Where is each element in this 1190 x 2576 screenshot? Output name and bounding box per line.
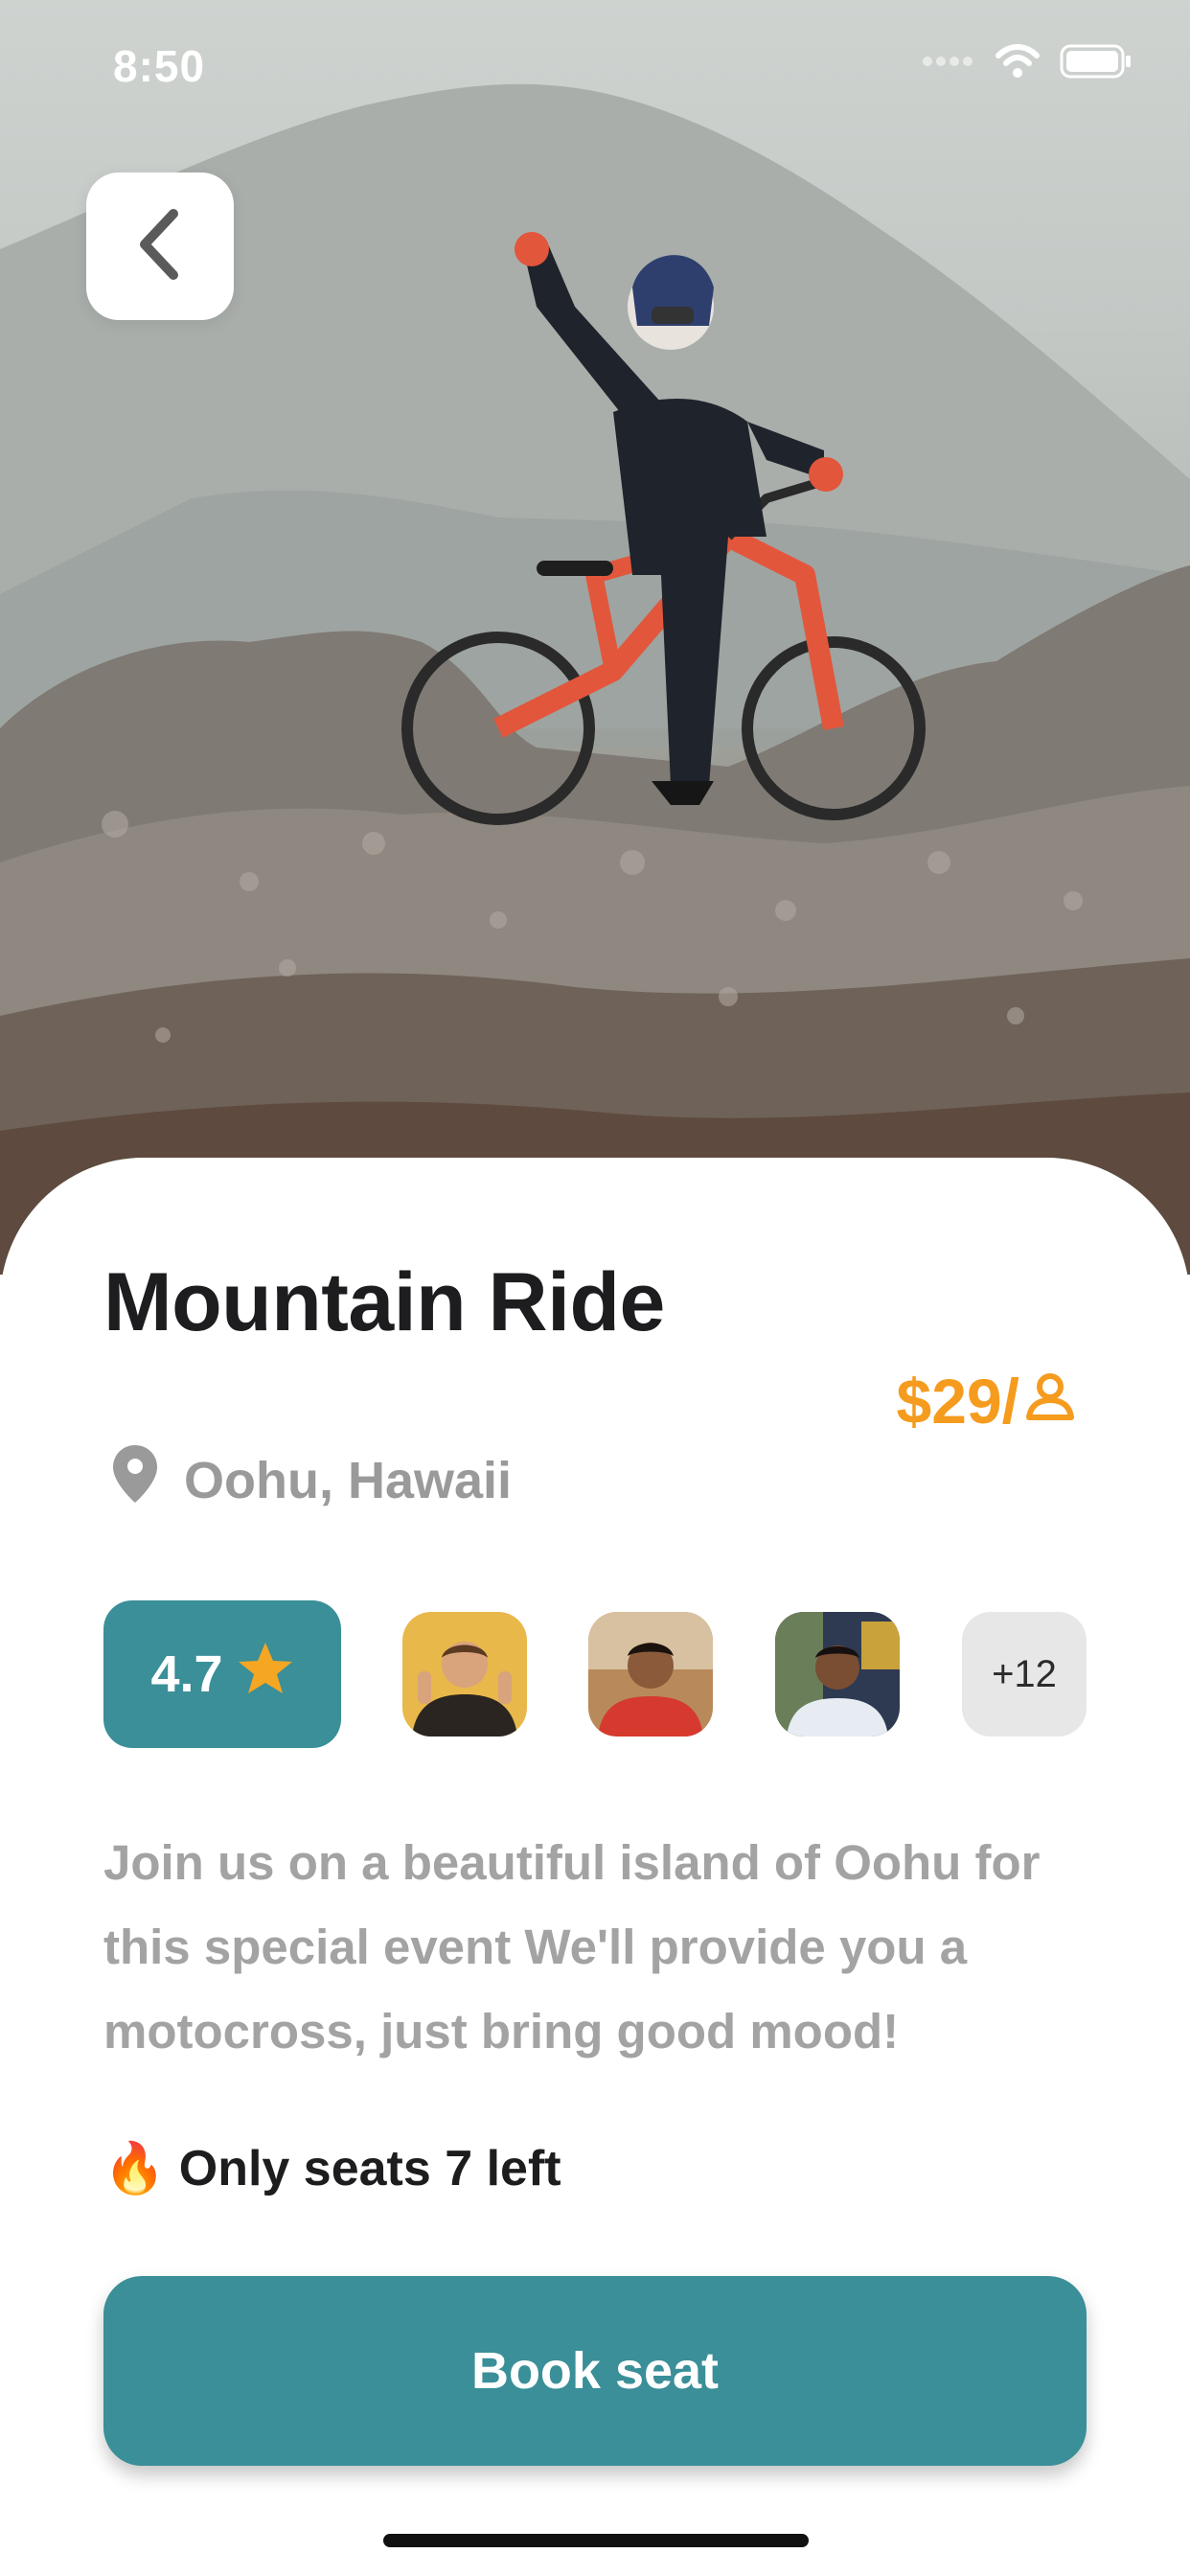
event-title: Mountain Ride (103, 1256, 665, 1348)
star-icon (237, 1641, 294, 1709)
signal-icon (922, 55, 975, 73)
price-per-person: $29/ (897, 1365, 1077, 1438)
chevron-left-icon (131, 206, 189, 288)
wifi-icon (995, 44, 1041, 83)
person-icon (1023, 1365, 1077, 1438)
seats-left: 🔥 Only seats 7 left (103, 2139, 561, 2197)
status-icons (922, 44, 1133, 83)
location-label: Oohu, Hawaii (184, 1451, 513, 1509)
event-description: Join us on a beautiful island of Oohu fo… (103, 1835, 1041, 2058)
status-time: 8:50 (113, 41, 206, 91)
more-attendees-badge[interactable]: +12 (962, 1612, 1087, 1736)
price-value: $29/ (896, 1366, 1019, 1437)
rating-badge: 4.7 (103, 1600, 341, 1748)
attendee-avatar[interactable] (402, 1612, 527, 1736)
attendee-avatar[interactable] (588, 1612, 713, 1736)
rating-value: 4.7 (150, 1645, 223, 1703)
attendee-avatar[interactable] (775, 1612, 900, 1736)
map-pin-icon (111, 1443, 159, 1517)
book-seat-button[interactable]: Book seat (103, 2276, 1087, 2466)
fire-icon: 🔥 (103, 2141, 166, 2196)
back-button[interactable] (86, 172, 234, 320)
home-indicator (383, 2534, 809, 2547)
location: Oohu, Hawaii (111, 1443, 512, 1517)
seats-left-label: Only seats 7 left (178, 2140, 561, 2196)
battery-icon (1060, 44, 1133, 83)
